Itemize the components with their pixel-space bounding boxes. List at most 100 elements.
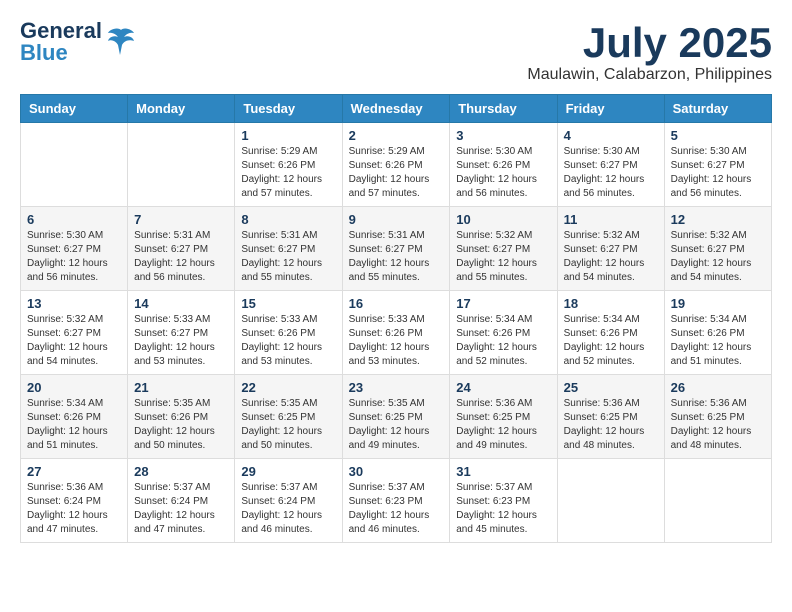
calendar-cell: 28 Sunrise: 5:37 AM Sunset: 6:24 PM Dayl… <box>128 459 235 543</box>
day-info: Sunrise: 5:36 AM Sunset: 6:25 PM Dayligh… <box>456 397 550 453</box>
calendar-cell: 9 Sunrise: 5:31 AM Sunset: 6:27 PM Dayli… <box>342 207 450 291</box>
calendar-cell <box>21 123 128 207</box>
day-info: Sunrise: 5:33 AM Sunset: 6:26 PM Dayligh… <box>241 313 335 369</box>
day-info: Sunrise: 5:37 AM Sunset: 6:24 PM Dayligh… <box>241 481 335 537</box>
calendar-cell: 19 Sunrise: 5:34 AM Sunset: 6:26 PM Dayl… <box>664 291 771 375</box>
day-number: 15 <box>241 296 335 311</box>
day-number: 1 <box>241 128 335 143</box>
calendar-header-row: SundayMondayTuesdayWednesdayThursdayFrid… <box>21 95 772 123</box>
day-number: 12 <box>671 212 765 227</box>
calendar-cell: 6 Sunrise: 5:30 AM Sunset: 6:27 PM Dayli… <box>21 207 128 291</box>
day-info: Sunrise: 5:29 AM Sunset: 6:26 PM Dayligh… <box>349 145 444 201</box>
day-number: 5 <box>671 128 765 143</box>
calendar-table: SundayMondayTuesdayWednesdayThursdayFrid… <box>20 94 772 543</box>
calendar-cell: 17 Sunrise: 5:34 AM Sunset: 6:26 PM Dayl… <box>450 291 557 375</box>
day-info: Sunrise: 5:37 AM Sunset: 6:23 PM Dayligh… <box>456 481 550 537</box>
calendar-cell: 4 Sunrise: 5:30 AM Sunset: 6:27 PM Dayli… <box>557 123 664 207</box>
calendar-cell: 1 Sunrise: 5:29 AM Sunset: 6:26 PM Dayli… <box>235 123 342 207</box>
day-info: Sunrise: 5:32 AM Sunset: 6:27 PM Dayligh… <box>564 229 658 285</box>
day-number: 27 <box>27 464 121 479</box>
calendar-cell: 11 Sunrise: 5:32 AM Sunset: 6:27 PM Dayl… <box>557 207 664 291</box>
day-info: Sunrise: 5:35 AM Sunset: 6:26 PM Dayligh… <box>134 397 228 453</box>
day-info: Sunrise: 5:31 AM Sunset: 6:27 PM Dayligh… <box>134 229 228 285</box>
weekday-header: Wednesday <box>342 95 450 123</box>
day-info: Sunrise: 5:35 AM Sunset: 6:25 PM Dayligh… <box>349 397 444 453</box>
calendar-cell: 7 Sunrise: 5:31 AM Sunset: 6:27 PM Dayli… <box>128 207 235 291</box>
calendar-cell: 21 Sunrise: 5:35 AM Sunset: 6:26 PM Dayl… <box>128 375 235 459</box>
day-number: 17 <box>456 296 550 311</box>
day-number: 7 <box>134 212 228 227</box>
day-number: 26 <box>671 380 765 395</box>
weekday-header: Sunday <box>21 95 128 123</box>
calendar-cell: 25 Sunrise: 5:36 AM Sunset: 6:25 PM Dayl… <box>557 375 664 459</box>
calendar-cell: 13 Sunrise: 5:32 AM Sunset: 6:27 PM Dayl… <box>21 291 128 375</box>
day-info: Sunrise: 5:31 AM Sunset: 6:27 PM Dayligh… <box>241 229 335 285</box>
day-info: Sunrise: 5:36 AM Sunset: 6:24 PM Dayligh… <box>27 481 121 537</box>
day-info: Sunrise: 5:37 AM Sunset: 6:24 PM Dayligh… <box>134 481 228 537</box>
calendar-cell: 31 Sunrise: 5:37 AM Sunset: 6:23 PM Dayl… <box>450 459 557 543</box>
weekday-header: Friday <box>557 95 664 123</box>
logo-bird-icon <box>106 25 136 60</box>
day-info: Sunrise: 5:30 AM Sunset: 6:27 PM Dayligh… <box>564 145 658 201</box>
logo-blue: Blue <box>20 42 102 64</box>
calendar-week-row: 6 Sunrise: 5:30 AM Sunset: 6:27 PM Dayli… <box>21 207 772 291</box>
day-info: Sunrise: 5:34 AM Sunset: 6:26 PM Dayligh… <box>564 313 658 369</box>
location-subtitle: Maulawin, Calabarzon, Philippines <box>527 66 772 84</box>
day-number: 11 <box>564 212 658 227</box>
day-info: Sunrise: 5:36 AM Sunset: 6:25 PM Dayligh… <box>671 397 765 453</box>
weekday-header: Monday <box>128 95 235 123</box>
day-number: 25 <box>564 380 658 395</box>
calendar-cell <box>664 459 771 543</box>
calendar-cell: 3 Sunrise: 5:30 AM Sunset: 6:26 PM Dayli… <box>450 123 557 207</box>
day-info: Sunrise: 5:29 AM Sunset: 6:26 PM Dayligh… <box>241 145 335 201</box>
day-number: 2 <box>349 128 444 143</box>
day-number: 28 <box>134 464 228 479</box>
day-number: 9 <box>349 212 444 227</box>
day-info: Sunrise: 5:35 AM Sunset: 6:25 PM Dayligh… <box>241 397 335 453</box>
day-number: 22 <box>241 380 335 395</box>
day-number: 23 <box>349 380 444 395</box>
calendar-cell: 20 Sunrise: 5:34 AM Sunset: 6:26 PM Dayl… <box>21 375 128 459</box>
day-info: Sunrise: 5:31 AM Sunset: 6:27 PM Dayligh… <box>349 229 444 285</box>
logo: General Blue <box>20 20 136 64</box>
day-number: 29 <box>241 464 335 479</box>
calendar-cell: 10 Sunrise: 5:32 AM Sunset: 6:27 PM Dayl… <box>450 207 557 291</box>
calendar-cell <box>128 123 235 207</box>
month-year-title: July 2025 <box>527 20 772 66</box>
day-number: 30 <box>349 464 444 479</box>
calendar-cell: 26 Sunrise: 5:36 AM Sunset: 6:25 PM Dayl… <box>664 375 771 459</box>
day-info: Sunrise: 5:33 AM Sunset: 6:26 PM Dayligh… <box>349 313 444 369</box>
day-info: Sunrise: 5:30 AM Sunset: 6:27 PM Dayligh… <box>27 229 121 285</box>
day-info: Sunrise: 5:32 AM Sunset: 6:27 PM Dayligh… <box>671 229 765 285</box>
title-area: July 2025 Maulawin, Calabarzon, Philippi… <box>527 20 772 84</box>
day-number: 3 <box>456 128 550 143</box>
calendar-week-row: 27 Sunrise: 5:36 AM Sunset: 6:24 PM Dayl… <box>21 459 772 543</box>
day-number: 13 <box>27 296 121 311</box>
calendar-cell: 5 Sunrise: 5:30 AM Sunset: 6:27 PM Dayli… <box>664 123 771 207</box>
calendar-cell: 24 Sunrise: 5:36 AM Sunset: 6:25 PM Dayl… <box>450 375 557 459</box>
day-info: Sunrise: 5:36 AM Sunset: 6:25 PM Dayligh… <box>564 397 658 453</box>
day-info: Sunrise: 5:32 AM Sunset: 6:27 PM Dayligh… <box>456 229 550 285</box>
day-number: 6 <box>27 212 121 227</box>
day-number: 16 <box>349 296 444 311</box>
calendar-cell: 14 Sunrise: 5:33 AM Sunset: 6:27 PM Dayl… <box>128 291 235 375</box>
day-number: 31 <box>456 464 550 479</box>
weekday-header: Saturday <box>664 95 771 123</box>
day-info: Sunrise: 5:34 AM Sunset: 6:26 PM Dayligh… <box>456 313 550 369</box>
calendar-cell: 29 Sunrise: 5:37 AM Sunset: 6:24 PM Dayl… <box>235 459 342 543</box>
calendar-week-row: 1 Sunrise: 5:29 AM Sunset: 6:26 PM Dayli… <box>21 123 772 207</box>
day-number: 14 <box>134 296 228 311</box>
calendar-cell <box>557 459 664 543</box>
calendar-cell: 23 Sunrise: 5:35 AM Sunset: 6:25 PM Dayl… <box>342 375 450 459</box>
weekday-header: Thursday <box>450 95 557 123</box>
calendar-week-row: 13 Sunrise: 5:32 AM Sunset: 6:27 PM Dayl… <box>21 291 772 375</box>
weekday-header: Tuesday <box>235 95 342 123</box>
day-info: Sunrise: 5:37 AM Sunset: 6:23 PM Dayligh… <box>349 481 444 537</box>
day-info: Sunrise: 5:33 AM Sunset: 6:27 PM Dayligh… <box>134 313 228 369</box>
day-info: Sunrise: 5:34 AM Sunset: 6:26 PM Dayligh… <box>27 397 121 453</box>
calendar-cell: 2 Sunrise: 5:29 AM Sunset: 6:26 PM Dayli… <box>342 123 450 207</box>
calendar-cell: 18 Sunrise: 5:34 AM Sunset: 6:26 PM Dayl… <box>557 291 664 375</box>
logo-general: General <box>20 20 102 42</box>
calendar-cell: 16 Sunrise: 5:33 AM Sunset: 6:26 PM Dayl… <box>342 291 450 375</box>
day-number: 19 <box>671 296 765 311</box>
